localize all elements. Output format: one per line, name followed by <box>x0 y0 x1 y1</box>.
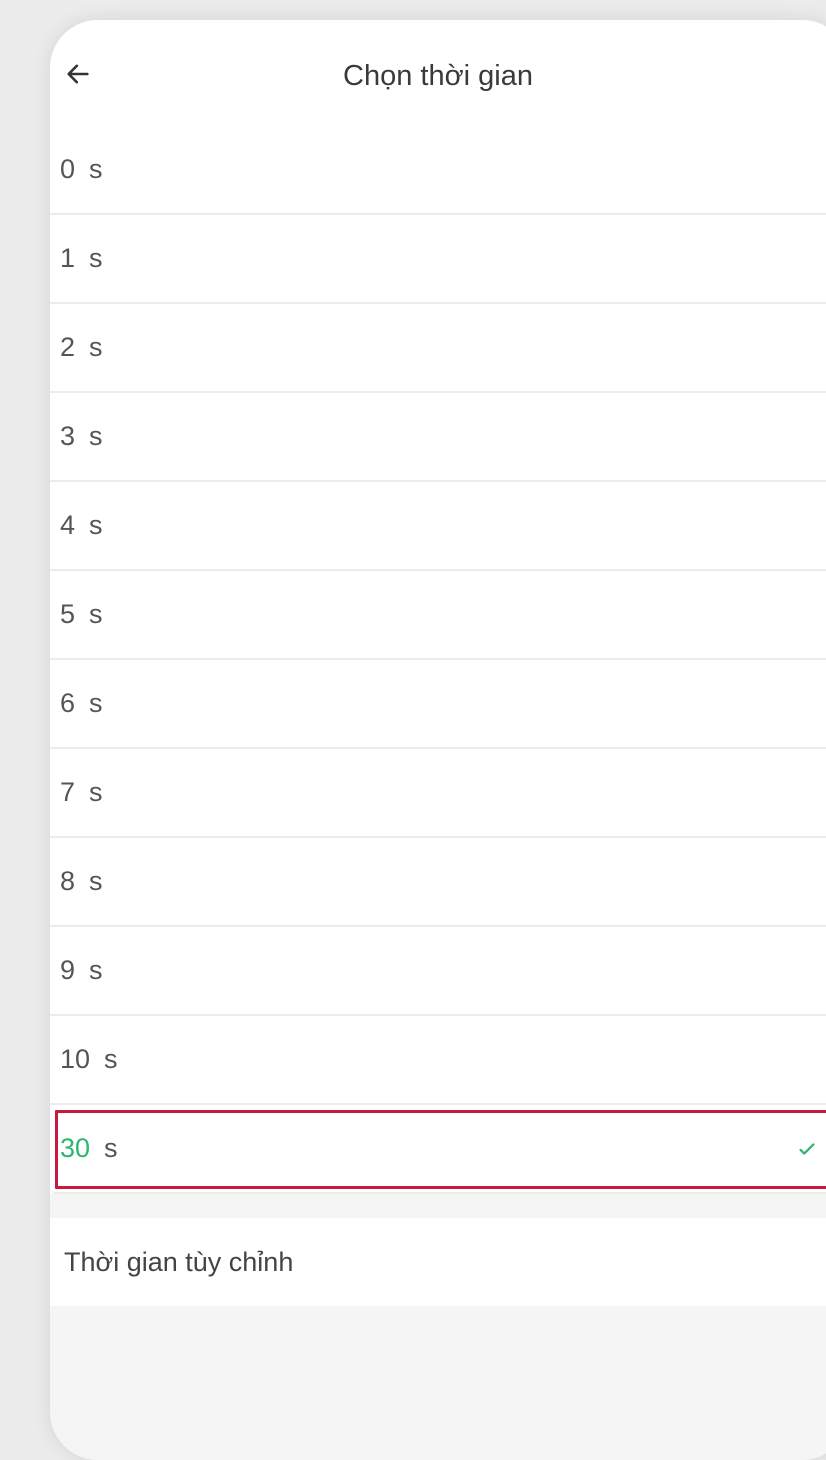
time-option-unit: s <box>104 1044 118 1074</box>
time-option-value: 7 <box>60 777 76 807</box>
time-option-unit: s <box>104 1133 118 1163</box>
top-bar: Chọn thời gian <box>50 20 826 126</box>
time-option-item[interactable]: 8s <box>50 838 826 927</box>
time-option-value: 0 <box>60 154 76 184</box>
time-option-unit: s <box>89 866 103 896</box>
phone-screen: Chọn thời gian 0 s 1 s 2 s 3 s 4 s 5 s 6 s 7 s 8 s 9 s 10 s 30… <box>50 20 826 1460</box>
time-option-item[interactable]: 7s <box>50 749 826 838</box>
time-option-unit: s <box>89 421 103 451</box>
time-option-value: 10 <box>60 1044 91 1074</box>
time-option-item[interactable]: 3s <box>50 393 826 482</box>
time-option-item[interactable]: 4s <box>50 482 826 571</box>
section-gap <box>50 1194 826 1218</box>
time-option-unit: s <box>89 154 103 184</box>
time-option-item[interactable]: 0s <box>50 126 826 215</box>
time-option-item[interactable]: 5s <box>50 571 826 660</box>
time-options-list: 0 s 1 s 2 s 3 s 4 s 5 s 6 s 7 s 8 s 9 s 10 s 30 s <box>50 126 826 1194</box>
time-option-unit: s <box>89 332 103 362</box>
time-option-item[interactable]: 1s <box>50 215 826 304</box>
time-option-unit: s <box>89 243 103 273</box>
time-option-value: 8 <box>60 866 76 896</box>
time-option-value: 30 <box>60 1133 91 1163</box>
time-option-unit: s <box>89 510 103 540</box>
time-option-item[interactable]: 9s <box>50 927 826 1016</box>
checkmark-icon <box>796 1138 818 1160</box>
time-option-value: 6 <box>60 688 76 718</box>
time-option-value: 1 <box>60 243 76 273</box>
time-option-item[interactable]: 6s <box>50 660 826 749</box>
page-title: Chọn thời gian <box>343 60 533 92</box>
custom-time-label: Thời gian tùy chỉnh <box>64 1246 294 1277</box>
time-option-value: 2 <box>60 332 76 362</box>
time-option-value: 4 <box>60 510 76 540</box>
custom-time-option[interactable]: Thời gian tùy chỉnh <box>50 1218 826 1306</box>
time-option-item[interactable]: 2s <box>50 304 826 393</box>
time-option-item[interactable]: 10 s <box>50 1016 826 1105</box>
time-option-item[interactable]: 30 s <box>50 1105 826 1194</box>
time-option-value: 9 <box>60 955 76 985</box>
time-option-unit: s <box>89 955 103 985</box>
time-option-unit: s <box>89 688 103 718</box>
time-option-unit: s <box>89 777 103 807</box>
time-option-value: 5 <box>60 599 76 629</box>
time-option-value: 3 <box>60 421 76 451</box>
time-option-unit: s <box>89 599 103 629</box>
